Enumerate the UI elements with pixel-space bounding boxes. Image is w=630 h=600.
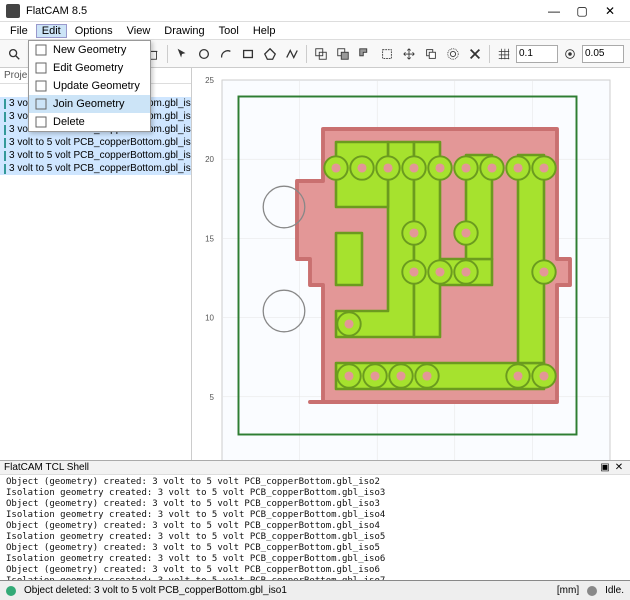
- copy-icon[interactable]: [421, 44, 441, 64]
- svg-text:10: 10: [205, 314, 214, 323]
- menu-help[interactable]: Help: [247, 24, 282, 38]
- update-icon: [33, 79, 49, 93]
- tree-item[interactable]: 3 volt to 5 volt PCB_copperBottom.gbl_is…: [0, 149, 191, 162]
- menuitem-delete[interactable]: Delete: [29, 113, 150, 131]
- geometry-icon: [4, 112, 6, 122]
- circle-icon[interactable]: [194, 44, 214, 64]
- tree-item[interactable]: 3 volt to 5 volt PCB_copperBottom.gbl_is…: [0, 136, 191, 149]
- new-icon: [33, 43, 49, 57]
- geometry-icon: [4, 138, 6, 148]
- titlebar: FlatCAM 8.5 — ▢ ✕: [0, 0, 630, 22]
- path-icon[interactable]: [282, 44, 302, 64]
- menuitem-edit-geometry[interactable]: Edit Geometry: [29, 59, 150, 77]
- menuitem-join-geometry[interactable]: Join Geometry: [29, 95, 150, 113]
- close-button[interactable]: ✕: [596, 4, 624, 18]
- menuitem-label: Delete: [53, 116, 85, 128]
- geometry-icon: [4, 99, 6, 109]
- status-ok-icon: [6, 586, 16, 596]
- shell-close-button[interactable]: ✕: [612, 462, 626, 473]
- geometry-icon: [4, 151, 6, 161]
- union-icon[interactable]: [311, 44, 331, 64]
- status-units: [mm]: [557, 585, 579, 596]
- plot-canvas[interactable]: 05101520252520151050: [192, 68, 630, 460]
- menuitem-label: Join Geometry: [53, 98, 125, 110]
- geometry-icon: [4, 125, 6, 135]
- menu-drawing[interactable]: Drawing: [158, 24, 210, 38]
- svg-text:25: 25: [205, 76, 214, 85]
- menu-tool[interactable]: Tool: [213, 24, 245, 38]
- polygon-icon[interactable]: [260, 44, 280, 64]
- move-icon[interactable]: [399, 44, 419, 64]
- subtract-icon[interactable]: [355, 44, 375, 64]
- menuitem-label: New Geometry: [53, 44, 126, 56]
- delete-icon: [33, 115, 49, 129]
- buffer-icon[interactable]: [443, 44, 463, 64]
- tree-item[interactable]: 3 volt to 5 volt PCB_copperBottom.gbl_is…: [0, 162, 191, 175]
- svg-text:20: 20: [205, 155, 214, 164]
- menu-view[interactable]: View: [121, 24, 157, 38]
- status-bar: Object deleted: 3 volt to 5 volt PCB_cop…: [0, 580, 630, 600]
- window-title: FlatCAM 8.5: [26, 5, 540, 17]
- status-message: Object deleted: 3 volt to 5 volt PCB_cop…: [24, 585, 287, 596]
- join-icon: [33, 97, 49, 111]
- app-icon: [6, 4, 20, 18]
- tcl-shell-panel: FlatCAM TCL Shell ▣ ✕ Object (geometry) …: [0, 460, 630, 580]
- edit-menu-dropdown: New Geometry Edit Geometry Update Geometry…: [28, 40, 151, 132]
- edit-icon: [33, 61, 49, 75]
- tree-item-label: 3 volt to 5 volt PCB_copperBottom.gbl_is…: [9, 137, 192, 148]
- status-idle: Idle.: [605, 585, 624, 596]
- grid-x-input[interactable]: [516, 45, 558, 63]
- tree-item-label: 3 volt to 5 volt PCB_copperBottom.gbl_is…: [9, 163, 192, 174]
- grid-y-input[interactable]: [582, 45, 624, 63]
- menuitem-label: Update Geometry: [53, 80, 140, 92]
- geometry-icon: [4, 164, 6, 174]
- svg-text:5: 5: [210, 393, 215, 402]
- cutpath-icon[interactable]: [377, 44, 397, 64]
- svg-text:15: 15: [205, 234, 214, 243]
- minimize-button[interactable]: —: [540, 4, 568, 18]
- menuitem-label: Edit Geometry: [53, 62, 123, 74]
- zoom-icon[interactable]: [4, 44, 24, 64]
- shell-float-button[interactable]: ▣: [598, 462, 612, 473]
- delete-shape-icon[interactable]: [465, 44, 485, 64]
- maximize-button[interactable]: ▢: [568, 4, 596, 18]
- menu-file[interactable]: File: [4, 24, 34, 38]
- menu-options[interactable]: Options: [69, 24, 119, 38]
- menubar: FileEditOptionsViewDrawingToolHelp: [0, 22, 630, 40]
- pointer-icon[interactable]: [172, 44, 192, 64]
- shell-title: FlatCAM TCL Shell: [4, 462, 89, 473]
- arc-icon[interactable]: [216, 44, 236, 64]
- grid-icon[interactable]: [494, 44, 514, 64]
- menu-edit[interactable]: Edit: [36, 24, 67, 38]
- shell-output[interactable]: Object (geometry) created: 3 volt to 5 v…: [0, 475, 630, 580]
- menuitem-update-geometry[interactable]: Update Geometry: [29, 77, 150, 95]
- status-idle-icon: [587, 586, 597, 596]
- rect-icon[interactable]: [238, 44, 258, 64]
- snap-icon[interactable]: [560, 44, 580, 64]
- menuitem-new-geometry[interactable]: New Geometry: [29, 41, 150, 59]
- intersection-icon[interactable]: [333, 44, 353, 64]
- tree-item-label: 3 volt to 5 volt PCB_copperBottom.gbl_is…: [9, 150, 192, 161]
